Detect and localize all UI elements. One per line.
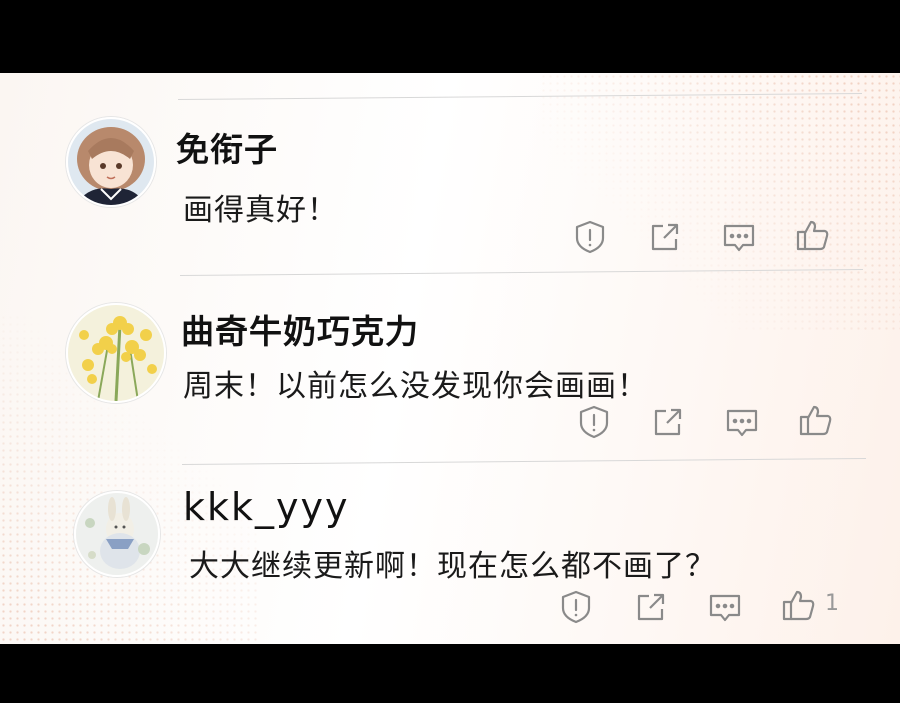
report-button[interactable] bbox=[558, 589, 594, 625]
letterbox-top bbox=[0, 0, 900, 73]
comment-text: 大大继续更新啊！现在怎么都不画了？ bbox=[189, 549, 716, 584]
comment-item: kkk_yyy 大大继续更新啊！现在怎么都不画了？ 1 bbox=[0, 73, 900, 644]
like-count: 1 bbox=[825, 591, 839, 616]
avatar[interactable] bbox=[74, 491, 160, 577]
like-button[interactable] bbox=[781, 587, 817, 623]
reply-icon bbox=[709, 594, 741, 622]
reply-button[interactable] bbox=[707, 589, 743, 625]
rabbit-illustration-avatar-icon bbox=[76, 493, 158, 575]
comment-panel: 免衔子 画得真好！ 曲奇牛奶巧克力 周末！以前怎么没发现你会画画！ kkk_yy… bbox=[0, 73, 900, 644]
like-icon bbox=[782, 590, 815, 621]
share-icon bbox=[637, 593, 665, 621]
report-icon bbox=[561, 590, 591, 624]
letterbox-bottom bbox=[0, 644, 900, 703]
username[interactable]: kkk_yyy bbox=[183, 485, 349, 529]
share-button[interactable] bbox=[633, 589, 669, 625]
